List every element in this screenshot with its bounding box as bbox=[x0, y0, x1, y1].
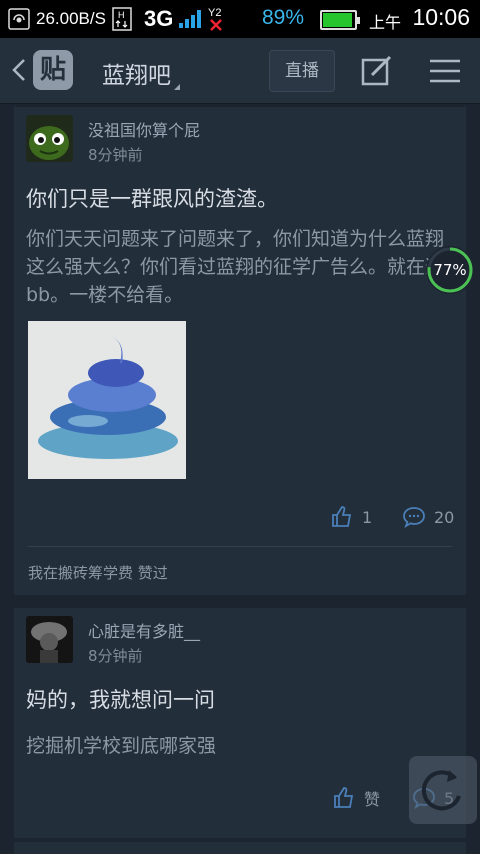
ampm: 上午 bbox=[369, 13, 402, 32]
forum-header: 贴 蓝翔吧 直播 bbox=[0, 38, 480, 104]
battery-fill bbox=[323, 13, 352, 27]
avatar[interactable] bbox=[26, 115, 73, 162]
like-count: 1 bbox=[362, 507, 373, 527]
post-title[interactable]: 妈的，我就想问一问 bbox=[26, 684, 215, 714]
frog-avatar-icon bbox=[26, 115, 73, 162]
post-body[interactable]: 挖掘机学校到底哪家强 bbox=[26, 732, 446, 760]
post-time: 8分钟前 bbox=[88, 647, 143, 665]
svg-text:H: H bbox=[118, 10, 125, 20]
like-stat[interactable]: 1 bbox=[330, 505, 372, 529]
author-name[interactable]: 没祖国你算个屁 bbox=[88, 117, 200, 141]
battery-icon bbox=[320, 10, 360, 30]
post-title[interactable]: 你们只是一群跟风的渣渣。 bbox=[26, 183, 278, 213]
post-time: 8分钟前 bbox=[88, 146, 143, 164]
liked-by-line[interactable]: 我在搬砖筹学费 赞过 bbox=[28, 562, 168, 583]
battery-percent: 89% bbox=[262, 6, 305, 29]
like-stat[interactable]: 赞 bbox=[332, 786, 380, 810]
status-left: 26.00B/S H 3G Y2 bbox=[8, 6, 229, 32]
post-card[interactable]: 心脏是有多脏__ 8分钟前 妈的，我就想问一问 挖掘机学校到底哪家强 赞 5 bbox=[14, 608, 466, 838]
hotspot-icon bbox=[8, 8, 30, 30]
thumbs-up-icon bbox=[332, 506, 352, 527]
clock: 10:06 bbox=[412, 4, 470, 30]
data-transfer-icon: H bbox=[112, 7, 132, 31]
thumbs-up-icon bbox=[334, 787, 354, 808]
signal-bars-1-icon bbox=[179, 10, 202, 28]
avatar[interactable] bbox=[26, 616, 73, 663]
status-bar: 26.00B/S H 3G Y2 89% 上午 10:06 bbox=[0, 0, 480, 38]
post-card[interactable]: 没祖国你算个屁 8分钟前 你们只是一群跟风的渣渣。 你们天天问题来了问题来了，你… bbox=[14, 107, 466, 595]
swirl-image bbox=[28, 321, 186, 479]
back-icon[interactable] bbox=[10, 58, 28, 82]
network-type: 3G bbox=[143, 6, 174, 31]
menu-icon[interactable] bbox=[428, 58, 462, 84]
progress-label: 77% bbox=[433, 261, 467, 279]
dark-photo-avatar-icon bbox=[26, 616, 73, 663]
comment-count: 20 bbox=[434, 507, 455, 527]
forum-dropdown-icon[interactable] bbox=[174, 84, 180, 90]
live-button[interactable]: 直播 bbox=[269, 50, 335, 92]
forum-title[interactable]: 蓝翔吧 bbox=[102, 56, 171, 90]
compose-icon[interactable] bbox=[360, 55, 394, 87]
like-label: 赞 bbox=[364, 790, 381, 809]
comment-icon bbox=[403, 507, 425, 528]
author-name[interactable]: 心脏是有多脏__ bbox=[88, 618, 200, 642]
refresh-button[interactable] bbox=[409, 756, 477, 824]
sim2-no-signal-icon: Y2 bbox=[208, 7, 223, 31]
divider bbox=[28, 546, 452, 547]
net-speed: 26.00B/S bbox=[36, 9, 106, 28]
post-card[interactable] bbox=[14, 842, 466, 854]
tieba-logo: 贴 bbox=[33, 50, 73, 90]
refresh-icon bbox=[421, 770, 461, 811]
post-body[interactable]: 你们天天问题来了问题来了，你们知道为什么蓝翔这么强大么？你们看过蓝翔的征学广告么… bbox=[26, 225, 446, 309]
post-image[interactable] bbox=[28, 321, 186, 479]
comment-stat[interactable]: 20 bbox=[402, 505, 454, 529]
svg-text:Y2: Y2 bbox=[208, 7, 221, 19]
load-progress: 77% bbox=[426, 246, 474, 294]
